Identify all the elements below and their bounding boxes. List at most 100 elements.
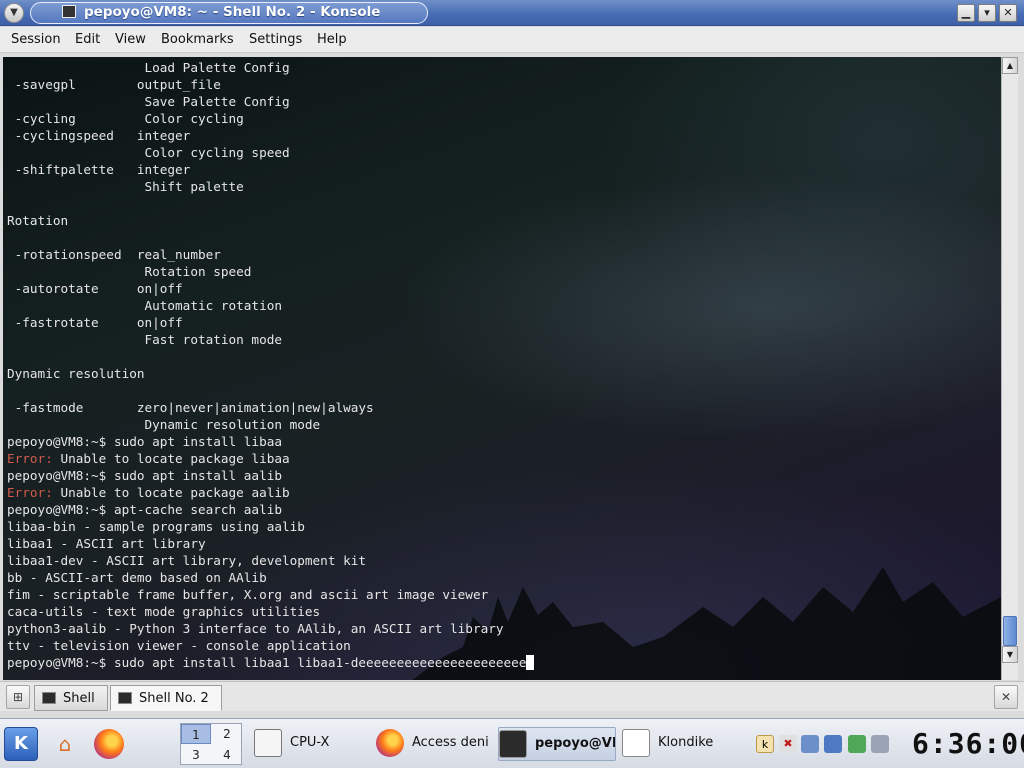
line-text: Unable to locate package aalib [52,485,290,500]
task-cpu-x[interactable]: CPU-X [254,727,364,761]
terminal-icon [499,730,527,758]
terminal-line: Error: Unable to locate package libaa [7,450,534,467]
line-text: -shiftpalette integer [7,162,191,177]
kmenu-button[interactable]: K [4,727,38,761]
line-text: -fastmode zero|never|animation|new|alway… [7,400,374,415]
tab-shell-no-2[interactable]: Shell No. 2 [110,685,222,711]
cards-icon [622,729,650,757]
terminal-line: bb - ASCII-art demo based on AAlib [7,569,534,586]
desktop-2[interactable]: 2 [212,724,242,744]
terminal-line: pepoyo@VM8:~$ sudo apt install aalib [7,467,534,484]
klipper-icon[interactable]: k [756,735,774,753]
terminal-line: Load Palette Config [7,59,534,76]
desktop-3[interactable]: 3 [181,745,211,765]
menu-edit[interactable]: Edit [75,32,100,47]
line-text: libaa-bin - sample programs using aalib [7,519,305,534]
error-label: Error: [7,451,53,466]
task-label: Klondike [658,735,714,750]
window-titlebar[interactable]: ▼ pepoyo@VM8: ~ - Shell No. 2 - Konsole … [0,0,1024,26]
terminal-icon [42,692,56,704]
terminal-line: ttv - television viewer - console applic… [7,637,534,654]
terminal-line: -fastmode zero|never|animation|new|alway… [7,399,534,416]
terminal-line: pepoyo@VM8:~$ apt-cache search aalib [7,501,534,518]
terminal-line: -cyclingspeed integer [7,127,534,144]
window-menu-button[interactable]: ▼ [4,3,24,23]
terminal-icon [118,692,132,704]
menu-view[interactable]: View [115,32,146,47]
task-label: Access deni [412,735,489,750]
terminal-line: Automatic rotation [7,297,534,314]
settings-icon[interactable] [871,735,889,753]
task-klondike[interactable]: Klondike [622,727,732,761]
terminal-line: python3-aalib - Python 3 interface to AA… [7,620,534,637]
terminal-line: fim - scriptable frame buffer, X.org and… [7,586,534,603]
line-text: ttv - television viewer - console applic… [7,638,351,653]
line-text: pepoyo@VM8:~$ apt-cache search aalib [7,502,282,517]
firefox-icon[interactable] [94,729,124,759]
task-label: CPU-X [290,735,330,750]
desktop-1[interactable]: 1 [181,724,211,744]
desktop-pager: 1 2 3 4 [180,723,242,765]
terminal-view[interactable]: Load Palette Config -savegpl output_file… [3,57,1001,680]
terminal-line: Save Palette Config [7,93,534,110]
tab-label: Shell No. 2 [139,691,209,706]
terminal-line: -savegpl output_file [7,76,534,93]
desktop-4[interactable]: 4 [212,745,242,765]
network-disconnected-icon[interactable]: ✖ [779,735,797,753]
line-text: Fast rotation mode [7,332,282,347]
terminal-line: -fastrotate on|off [7,314,534,331]
terminal-line: pepoyo@VM8:~$ sudo apt install libaa1 li… [7,654,535,671]
terminal-line: Color cycling speed [7,144,534,161]
screenshot-icon[interactable] [824,735,842,753]
menu-session[interactable]: Session [11,32,61,47]
menu-bookmarks[interactable]: Bookmarks [161,32,234,47]
terminal-line: Shift palette [7,178,534,195]
close-tab-button[interactable]: ✕ [994,685,1018,709]
menu-help[interactable]: Help [317,32,347,47]
line-text: pepoyo@VM8:~$ sudo apt install libaa [7,434,282,449]
terminal-line: pepoyo@VM8:~$ sudo apt install libaa [7,433,534,450]
maximize-button[interactable]: ▾ [978,4,996,22]
terminal-line: libaa1 - ASCII art library [7,535,534,552]
terminal-line: Fast rotation mode [7,331,534,348]
terminal-scrollbar[interactable]: ▲ ▼ [1001,57,1018,680]
task-konsole[interactable]: pepoyo@VI [498,727,616,761]
kde-panel: K ⌂ 1 2 3 4 CPU-X Access deni pepoyo@VI … [0,718,1024,768]
terminal-line: -autorotate on|off [7,280,534,297]
line-text: Dynamic resolution [7,366,145,381]
minimize-button[interactable]: ▁ [957,4,975,22]
error-label: Error: [7,485,53,500]
scroll-down-button[interactable]: ▼ [1002,646,1018,663]
line-text: pepoyo@VM8:~$ sudo apt install libaa1 li… [7,655,527,670]
display-icon[interactable] [801,735,819,753]
update-icon[interactable] [848,735,866,753]
terminal-line: caca-utils - text mode graphics utilitie… [7,603,534,620]
line-text: libaa1 - ASCII art library [7,536,206,551]
line-text: python3-aalib - Python 3 interface to AA… [7,621,504,636]
tab-bar: ⊞ Shell Shell No. 2 ✕ [0,681,1024,711]
terminal-line: Rotation [7,212,534,229]
menu-settings[interactable]: Settings [249,32,302,47]
scroll-thumb[interactable] [1003,616,1017,646]
line-text: bb - ASCII-art demo based on AAlib [7,570,267,585]
new-tab-button[interactable]: ⊞ [6,685,30,709]
terminal-output: Load Palette Config -savegpl output_file… [7,59,535,671]
line-text: -cyclingspeed integer [7,128,191,143]
task-access-denied[interactable]: Access deni [376,727,490,761]
home-icon[interactable]: ⌂ [50,729,80,759]
tab-label: Shell [63,691,95,706]
tab-shell[interactable]: Shell [34,685,108,711]
panel-clock[interactable]: 6:36:00 [912,727,1024,761]
line-text: libaa1-dev - ASCII art library, developm… [7,553,367,568]
line-text: Save Palette Config [7,94,290,109]
line-text: caca-utils - text mode graphics utilitie… [7,604,321,619]
close-button[interactable]: ✕ [999,4,1017,22]
terminal-line: Error: Unable to locate package aalib [7,484,534,501]
line-text: Color cycling speed [7,145,290,160]
menu-bar: Session Edit View Bookmarks Settings Hel… [0,27,1024,53]
scroll-up-button[interactable]: ▲ [1002,57,1018,74]
